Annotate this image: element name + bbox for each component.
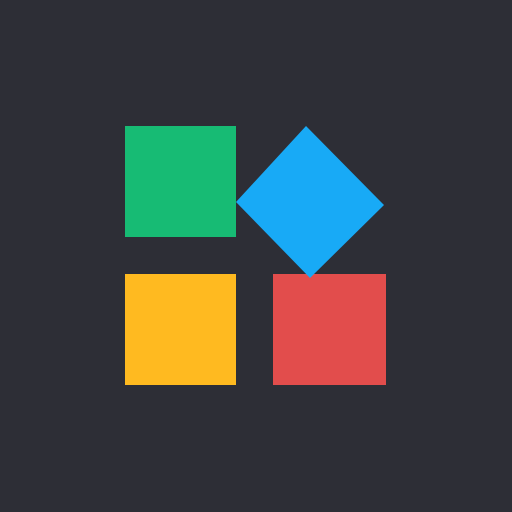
yellow-square-tile	[125, 274, 236, 385]
red-square-tile	[273, 274, 386, 385]
apps-add-icon	[125, 126, 386, 385]
green-square-tile	[125, 126, 236, 237]
app-icon-canvas	[0, 0, 512, 512]
blue-diamond-tile	[236, 126, 384, 278]
